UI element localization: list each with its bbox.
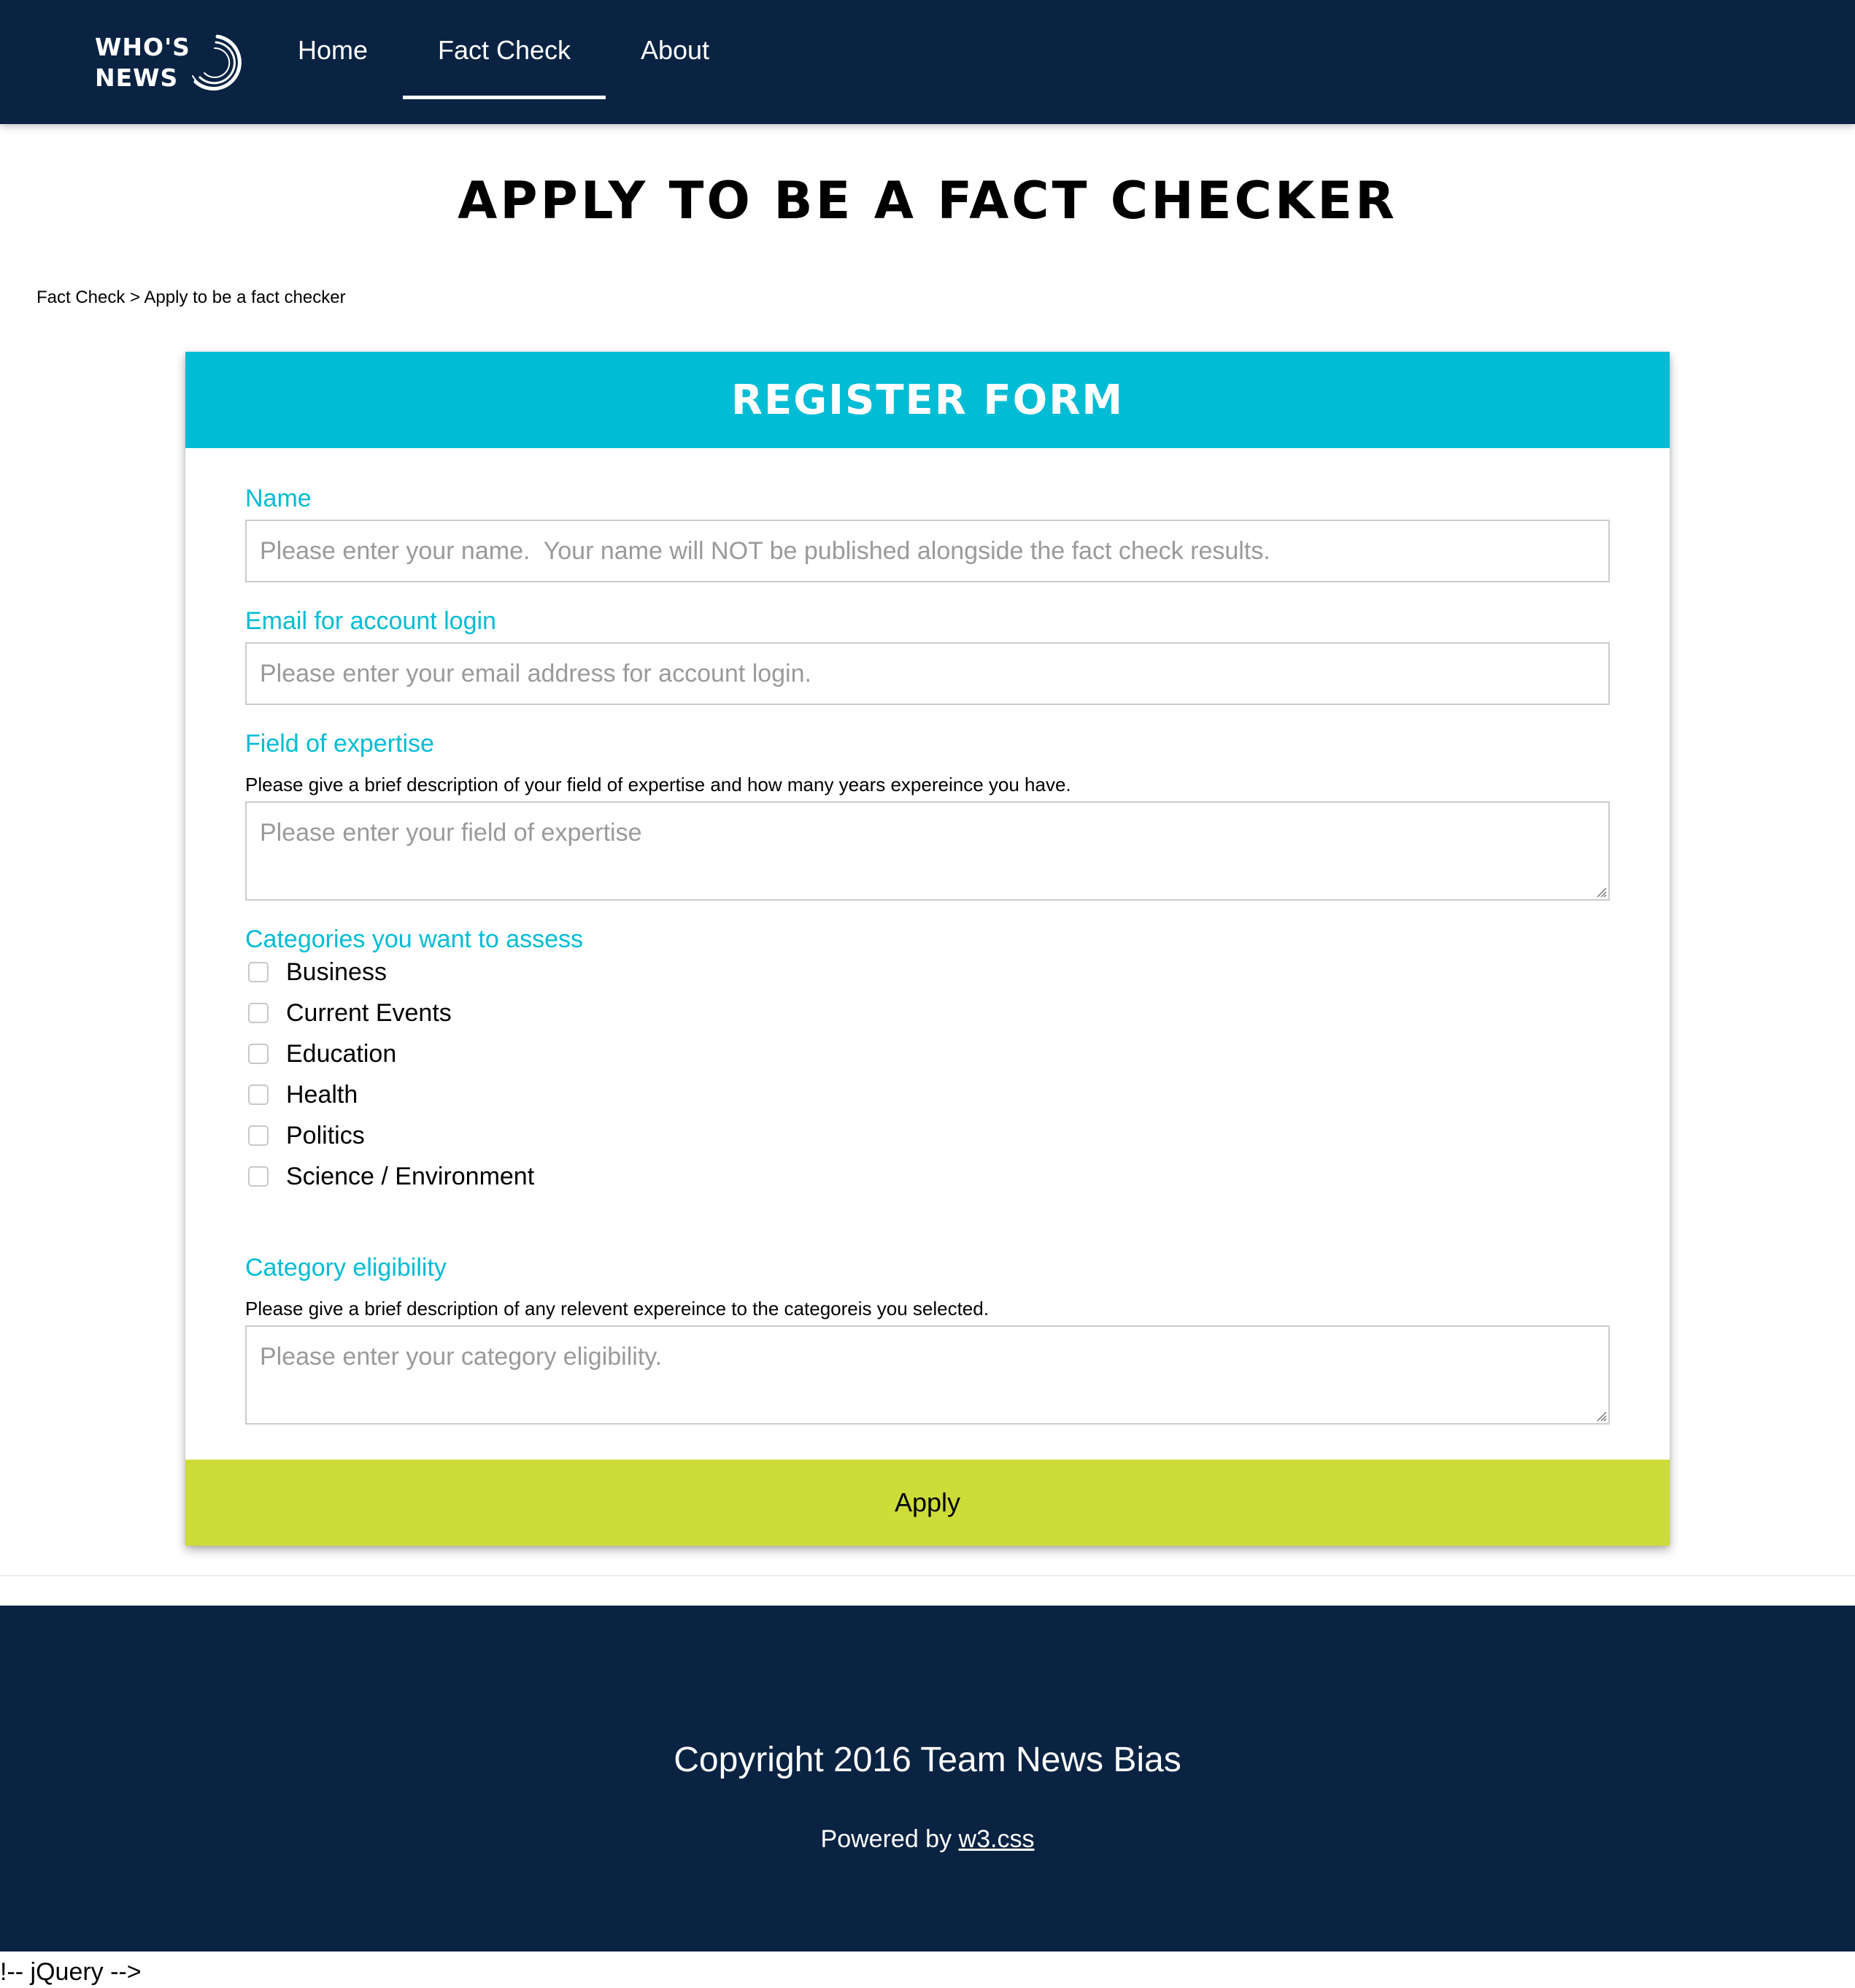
name-label: Name (245, 485, 312, 512)
divider (0, 1575, 1855, 1576)
checkbox[interactable] (248, 1084, 269, 1105)
categories-label: Categories you want to assess (245, 925, 584, 953)
site-logo[interactable]: WHO'S NEWS (95, 29, 242, 95)
category-label: Politics (286, 1121, 365, 1149)
copyright-text: Copyright 2016 Team News Bias (674, 1741, 1181, 1779)
stray-comment-text: !-- jQuery --> (0, 1958, 142, 1986)
category-label: Science / Environment (286, 1162, 535, 1190)
powered-by: Powered by w3.css (0, 1823, 1855, 1855)
expertise-label: Field of expertise (245, 730, 434, 758)
expertise-textarea[interactable] (245, 801, 1610, 901)
category-label: Current Events (286, 998, 452, 1027)
top-navbar: WHO'S NEWS Home Fact Check About (0, 0, 1855, 124)
category-option-health[interactable]: Health (245, 1077, 358, 1112)
breadcrumb-separator: > (130, 288, 141, 307)
w3css-link[interactable]: w3.css (959, 1825, 1035, 1853)
email-input[interactable] (245, 642, 1610, 705)
footer: Copyright 2016 Team News Bias Powered by… (0, 1606, 1855, 1952)
eligibility-textarea[interactable] (245, 1325, 1610, 1425)
expertise-help-text: Please give a brief description of your … (245, 774, 1071, 795)
checkbox[interactable] (248, 1044, 269, 1064)
form-header: REGISTER FORM (185, 352, 1670, 448)
name-input[interactable] (245, 520, 1610, 582)
logo-line-1: WHO'S (95, 33, 190, 61)
nav-about[interactable]: About (622, 0, 728, 101)
resize-handle-icon[interactable] (1595, 886, 1607, 898)
swirl-icon (192, 34, 242, 91)
breadcrumb-fact-check[interactable]: Fact Check (36, 288, 125, 307)
page-title: APPLY TO BE A FACT CHECKER (458, 171, 1397, 231)
breadcrumb: Fact Check > Apply to be a fact checker (36, 288, 346, 308)
category-option-education[interactable]: Education (245, 1036, 396, 1071)
apply-button[interactable]: Apply (185, 1460, 1670, 1546)
email-label: Email for account login (245, 607, 496, 635)
eligibility-help-text: Please give a brief description of any r… (245, 1298, 989, 1319)
category-label: Business (286, 958, 387, 986)
nav-active-indicator (403, 96, 606, 99)
nav-fact-check[interactable]: Fact Check (403, 0, 606, 101)
category-option-business[interactable]: Business (245, 955, 387, 990)
checkbox[interactable] (248, 962, 269, 982)
resize-handle-icon[interactable] (1595, 1410, 1607, 1422)
eligibility-label: Category eligibility (245, 1254, 447, 1282)
category-label: Health (286, 1080, 358, 1109)
logo-line-2: NEWS (95, 63, 179, 92)
register-form-card: REGISTER FORM Name Email for account log… (185, 352, 1670, 1546)
category-label: Education (286, 1039, 397, 1068)
breadcrumb-current: Apply to be a fact checker (144, 288, 346, 307)
checkbox[interactable] (248, 1166, 269, 1187)
checkbox[interactable] (248, 1003, 269, 1023)
nav-home[interactable]: Home (282, 0, 384, 101)
logo-wordmark: WHO'S NEWS (95, 32, 190, 93)
category-option-science-environment[interactable]: Science / Environment (245, 1159, 534, 1194)
powered-by-prefix: Powered by (820, 1825, 952, 1853)
category-option-current-events[interactable]: Current Events (245, 995, 452, 1030)
checkbox[interactable] (248, 1125, 269, 1146)
category-option-politics[interactable]: Politics (245, 1118, 365, 1153)
